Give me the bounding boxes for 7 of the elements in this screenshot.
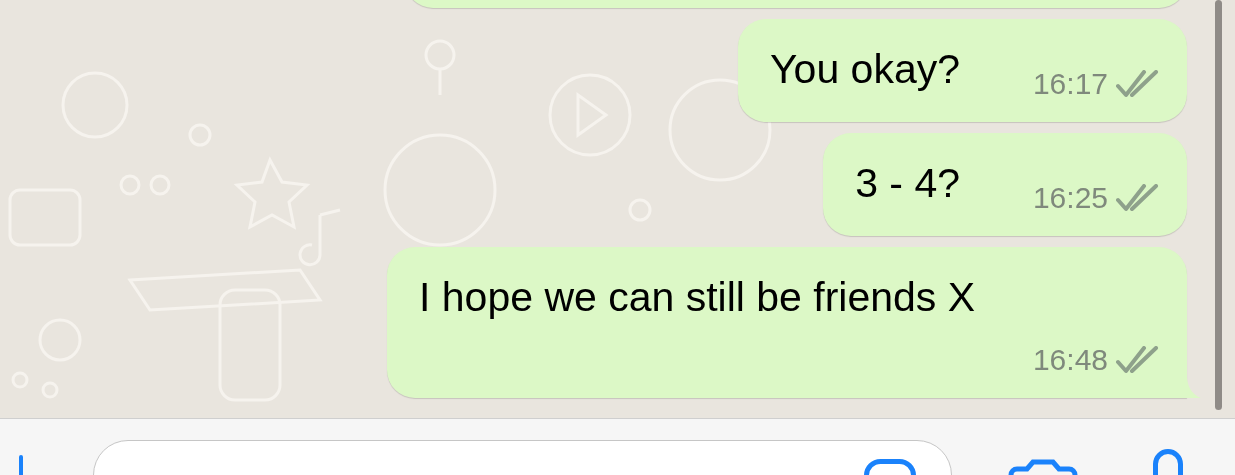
message-time: 16:25 — [1032, 180, 1108, 216]
message-time: 16:17 — [1032, 66, 1108, 102]
scrollbar[interactable] — [1215, 0, 1222, 410]
message-time: 16:48 — [1032, 342, 1108, 378]
message-text: 3 - 4? — [855, 160, 960, 206]
message-text: You okay? — [770, 46, 960, 92]
message-text: I hope we can still be friends X — [419, 274, 976, 320]
